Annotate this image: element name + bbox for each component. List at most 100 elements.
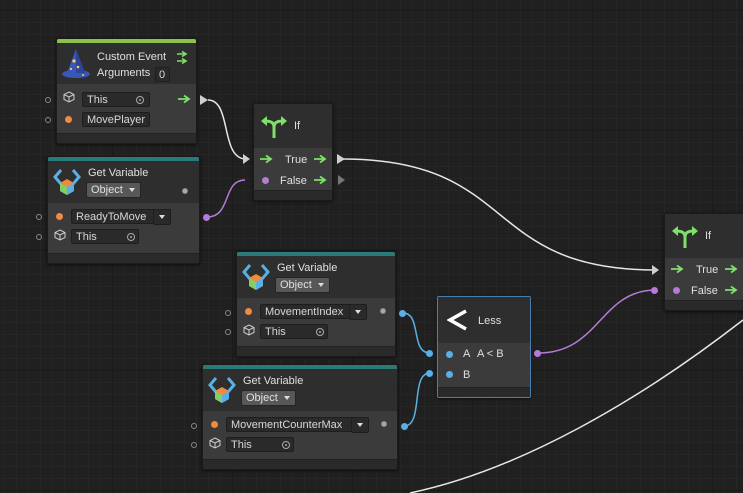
target-input-port[interactable] — [45, 97, 51, 103]
target-value: This — [87, 94, 108, 106]
control-output-arrow-icon — [178, 94, 191, 104]
node-footer — [254, 190, 332, 200]
name-input-port[interactable] — [45, 117, 51, 123]
result-output-port[interactable] — [534, 350, 541, 357]
variable-name-value: MovementIndex — [265, 306, 344, 318]
if-node[interactable]: If True False — [253, 103, 333, 201]
value-output-port[interactable] — [203, 214, 210, 221]
name-input-port[interactable] — [191, 423, 197, 429]
node-footer — [237, 346, 395, 356]
target-value: This — [265, 326, 286, 338]
event-name-value: MovePlayer — [87, 114, 146, 126]
control-input-port[interactable] — [652, 265, 659, 275]
variable-kind-dropdown[interactable]: Object — [241, 390, 296, 406]
object-cube-icon — [54, 229, 66, 241]
object-picker-icon[interactable] — [136, 96, 144, 104]
string-port-icon[interactable] — [211, 421, 218, 428]
number-port-icon[interactable] — [446, 371, 453, 378]
target-input-port[interactable] — [191, 442, 197, 448]
node-header: Less — [438, 297, 530, 343]
variable-name-dropdown[interactable] — [153, 209, 171, 225]
node-title: Custom Event — [97, 51, 167, 63]
wizard-hat-icon — [62, 49, 90, 78]
arguments-count-field[interactable]: 0 — [155, 67, 170, 82]
false-output-port[interactable] — [338, 175, 345, 185]
variable-icon — [53, 169, 81, 195]
value-output-port[interactable] — [399, 310, 406, 317]
false-label: False — [691, 285, 718, 297]
node-footer — [665, 300, 743, 310]
variable-kind-value: Object — [280, 279, 312, 291]
condition-input-port[interactable] — [651, 287, 658, 294]
variable-kind-dropdown[interactable]: Object — [275, 277, 330, 293]
true-label: True — [696, 264, 719, 276]
node-title: If — [705, 230, 712, 242]
control-output-port[interactable] — [200, 95, 208, 105]
output-port-dot[interactable] — [182, 188, 188, 194]
target-input-port[interactable] — [225, 329, 231, 335]
condition-port-icon[interactable] — [673, 287, 680, 294]
true-output-arrow-icon — [314, 154, 327, 164]
node-footer — [57, 133, 196, 143]
variable-name-dropdown[interactable] — [351, 417, 369, 433]
custom-event-node[interactable]: Custom Event Arguments 0 This MovePlayer — [56, 38, 197, 144]
object-cube-icon — [243, 324, 255, 336]
object-picker-icon[interactable] — [282, 441, 290, 449]
node-header: Get Variable Object — [203, 369, 397, 411]
object-picker-icon[interactable] — [316, 328, 324, 336]
object-cube-icon — [63, 91, 75, 103]
input-a-label: A — [463, 348, 471, 360]
string-port-icon[interactable] — [56, 213, 63, 220]
condition-port-icon[interactable] — [262, 177, 269, 184]
input-b-label: B — [463, 369, 471, 381]
chevron-down-icon — [129, 188, 135, 192]
object-cube-icon — [209, 437, 221, 449]
control-input-port[interactable] — [243, 154, 250, 164]
input-a-port[interactable] — [426, 350, 433, 357]
variable-kind-value: Object — [91, 184, 123, 196]
target-value: This — [76, 231, 97, 243]
target-input-port[interactable] — [36, 234, 42, 240]
get-variable-node[interactable]: Get Variable Object MovementCounterMax T… — [202, 364, 398, 470]
object-picker-icon[interactable] — [127, 233, 135, 241]
true-output-port[interactable] — [337, 154, 345, 164]
name-input-port[interactable] — [36, 214, 42, 220]
output-port-dot[interactable] — [380, 308, 386, 314]
name-input-port[interactable] — [225, 310, 231, 316]
get-variable-node[interactable]: Get Variable Object ReadyToMove This — [47, 156, 200, 264]
variable-icon — [242, 264, 270, 290]
chevron-down-icon — [284, 396, 290, 400]
variable-kind-dropdown[interactable]: Object — [86, 182, 141, 198]
node-footer — [48, 253, 199, 263]
value-output-port[interactable] — [401, 423, 408, 430]
variable-name-value: ReadyToMove — [76, 211, 147, 223]
node-header: Get Variable Object — [48, 161, 199, 203]
arguments-label: Arguments — [97, 67, 151, 79]
number-port-icon[interactable] — [446, 351, 453, 358]
node-title: Less — [478, 315, 502, 327]
false-label: False — [280, 175, 307, 187]
chevron-down-icon — [318, 283, 324, 287]
string-port-icon[interactable] — [65, 116, 72, 123]
variable-name-field[interactable]: MovementCounterMax — [226, 417, 366, 432]
input-b-port[interactable] — [426, 370, 433, 377]
less-than-icon — [447, 309, 467, 331]
target-value: This — [231, 439, 252, 451]
node-title: Get Variable — [243, 375, 304, 387]
control-input-arrow-icon — [671, 264, 684, 274]
node-title: Get Variable — [277, 262, 338, 274]
node-header: Custom Event Arguments 0 — [57, 43, 196, 84]
node-header: If — [665, 214, 743, 258]
event-name-field[interactable]: MovePlayer — [82, 112, 150, 127]
if-node[interactable]: If True False — [664, 213, 743, 311]
false-output-arrow-icon — [314, 175, 327, 185]
output-port-dot[interactable] — [381, 421, 387, 427]
get-variable-node[interactable]: Get Variable Object MovementIndex This — [236, 251, 396, 357]
node-title: If — [294, 120, 301, 132]
variable-name-dropdown[interactable] — [349, 304, 367, 320]
chevron-down-icon — [159, 215, 165, 219]
chevron-down-icon — [357, 423, 363, 427]
string-port-icon[interactable] — [245, 308, 252, 315]
node-title: Get Variable — [88, 167, 149, 179]
less-node[interactable]: Less A A < B B — [437, 296, 531, 398]
